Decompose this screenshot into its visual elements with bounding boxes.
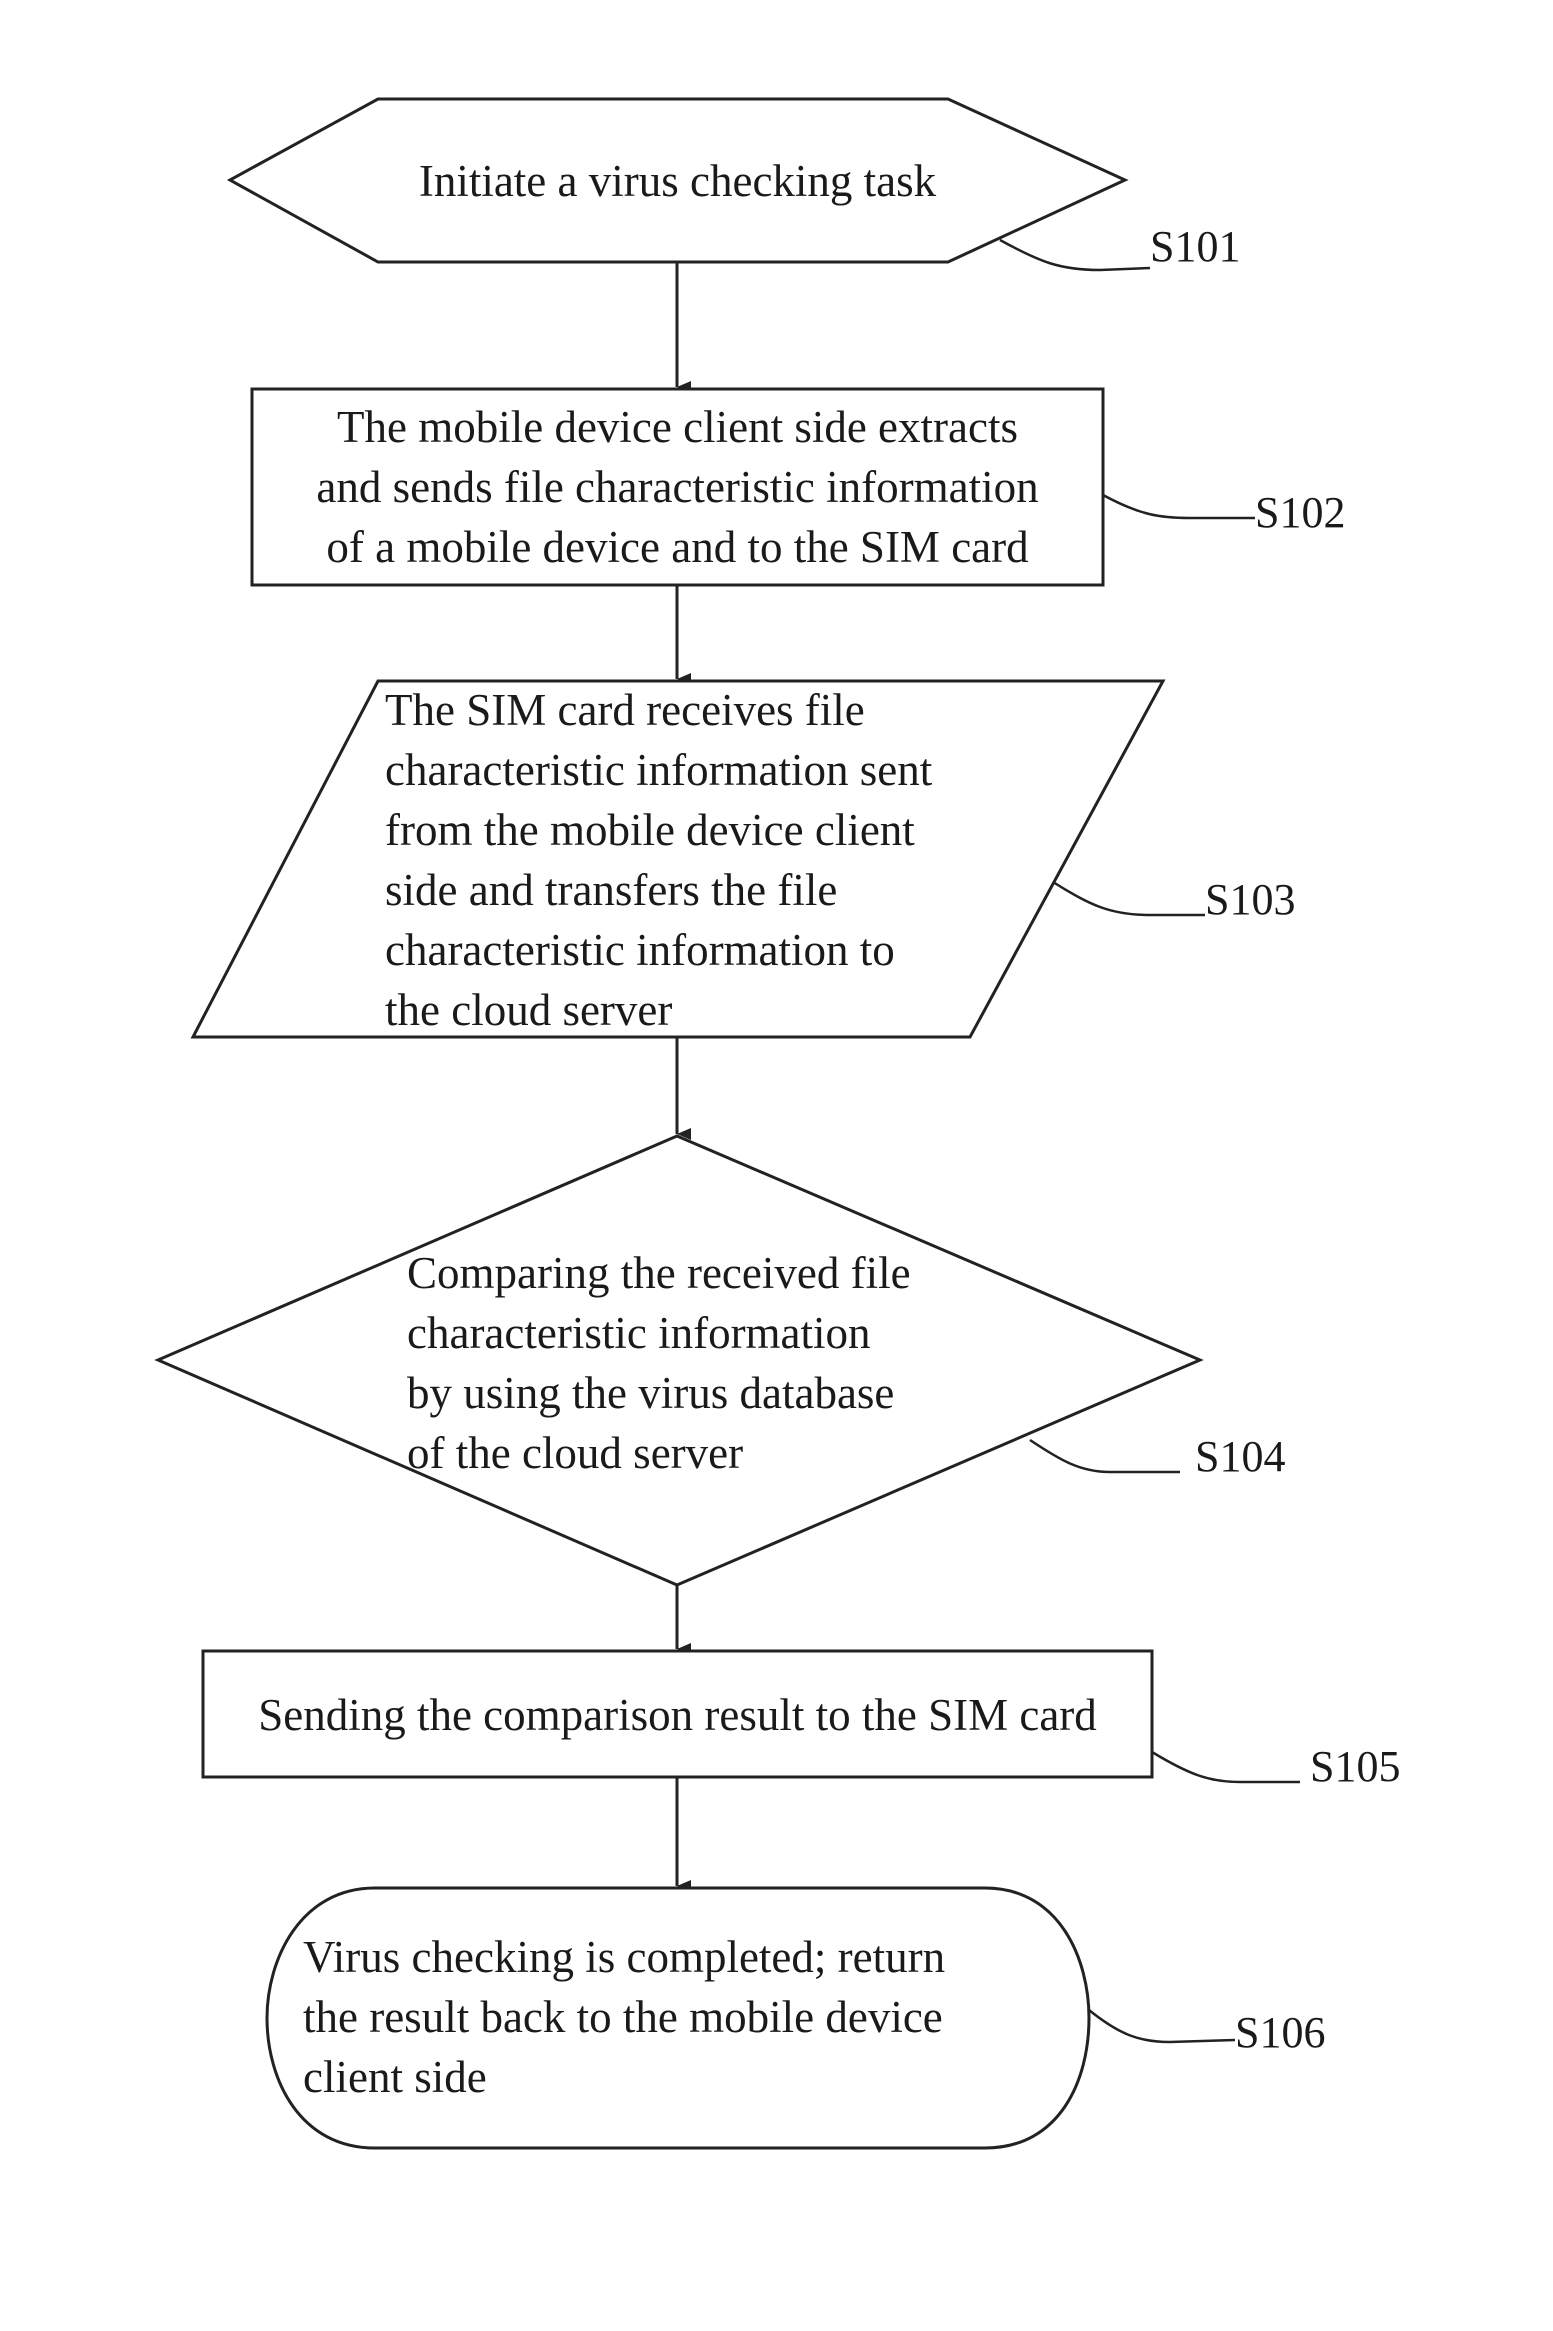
- step-s106-text: Virus checking is completed; return the …: [303, 1927, 945, 2107]
- leader-s101: [999, 238, 1151, 272]
- step-s103-line: from the mobile device client: [385, 805, 915, 855]
- step-s103-line: characteristic information sent: [385, 745, 933, 795]
- step-s103-text: The SIM card receives file characteristi…: [385, 680, 932, 1040]
- step-s105-text: Sending the comparison result to the SIM…: [203, 1685, 1152, 1745]
- leader-s106: [1088, 2009, 1236, 2044]
- step-s105-label: S105: [1310, 1742, 1401, 1791]
- step-s102-line: of a mobile device and to the SIM card: [326, 522, 1029, 572]
- step-s104-line: characteristic information: [407, 1308, 871, 1358]
- step-s102-label: S102: [1255, 488, 1346, 537]
- step-s104-line: Comparing the received file: [407, 1248, 911, 1298]
- step-s103-line: the cloud server: [385, 985, 673, 1035]
- step-s104-line: of the cloud server: [407, 1428, 744, 1478]
- step-s101-label: S101: [1150, 222, 1241, 271]
- step-s101-line: Initiate a virus checking task: [418, 156, 937, 206]
- leader-s102: [1102, 493, 1255, 520]
- step-s106-label: S106: [1235, 2008, 1326, 2057]
- leader-s103: [1052, 880, 1205, 917]
- step-s102-line: The mobile device client side extracts: [337, 402, 1018, 452]
- step-s102-line: and sends file characteristic informatio…: [316, 462, 1039, 512]
- step-s104-text: Comparing the received file characterist…: [407, 1243, 911, 1483]
- step-s103-line: side and transfers the file: [385, 865, 838, 915]
- step-s104-label: S104: [1195, 1432, 1286, 1481]
- step-s106-line: client side: [303, 2052, 487, 2102]
- step-s106-line: Virus checking is completed; return: [303, 1932, 946, 1982]
- step-s103-line: The SIM card receives file: [385, 685, 865, 735]
- step-s106-line: the result back to the mobile device: [303, 1992, 943, 2042]
- step-s105-line: Sending the comparison result to the SIM…: [258, 1690, 1097, 1740]
- step-s103-line: characteristic information to: [385, 925, 895, 975]
- step-s103-label: S103: [1205, 875, 1296, 924]
- step-s101-text: Initiate a virus checking task: [0, 151, 1355, 211]
- leader-s104: [1029, 1438, 1180, 1474]
- step-s102-text: The mobile device client side extracts a…: [252, 397, 1103, 577]
- step-s104-line: by using the virus database: [407, 1368, 895, 1418]
- leader-s105: [1151, 1750, 1300, 1784]
